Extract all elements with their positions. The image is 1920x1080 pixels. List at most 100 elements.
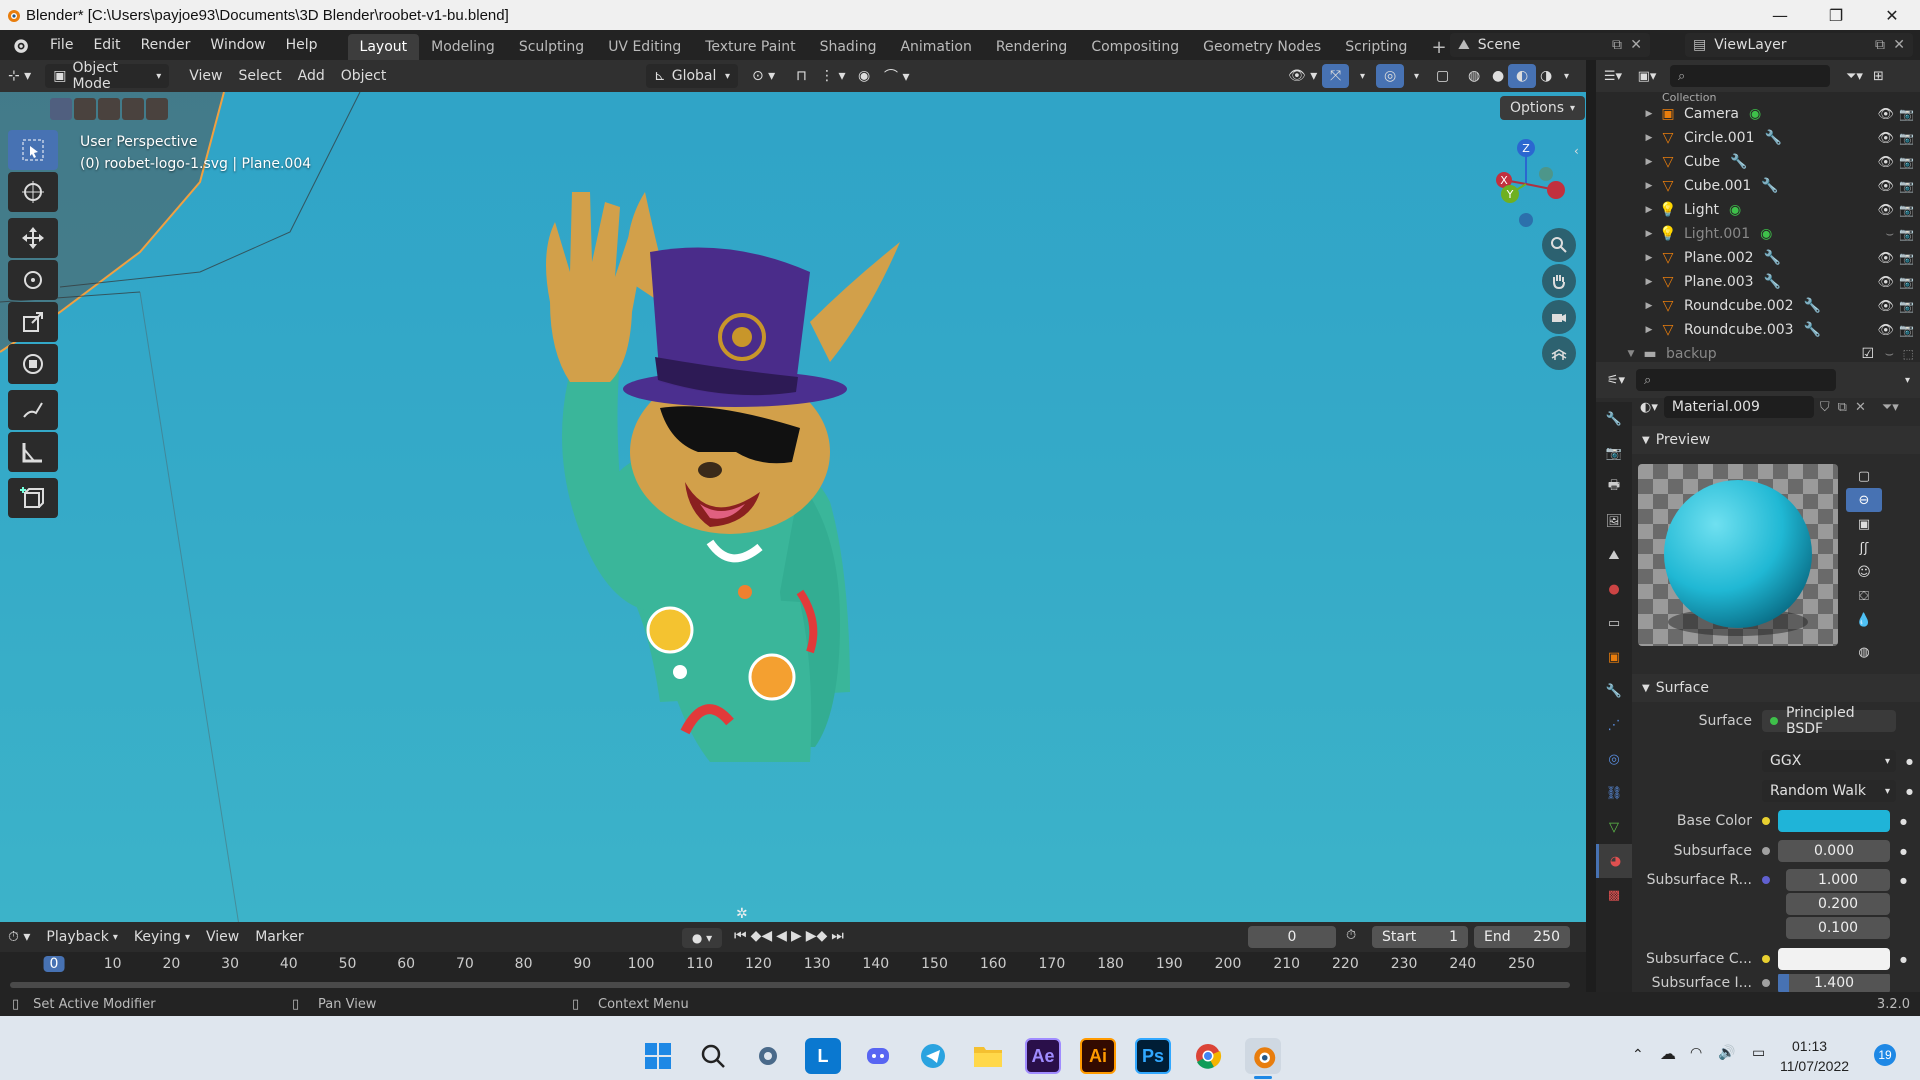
eye-icon[interactable]: 👁 [1877, 107, 1894, 122]
overlay-toggle-icon[interactable]: ◎ [1376, 64, 1405, 88]
menu-window[interactable]: Window [200, 30, 275, 60]
outliner-item[interactable]: ▶ ▽ Plane.002 🔧 👁 📷 [1596, 246, 1920, 270]
preview-hair-icon[interactable]: ʃʃ [1846, 536, 1882, 560]
pan-hand-icon[interactable] [1542, 264, 1576, 298]
preview-monkey-icon[interactable]: ☺ [1846, 560, 1882, 584]
tab-geometry-nodes[interactable]: Geometry Nodes [1191, 34, 1333, 60]
keyframe-dot-icon[interactable]: ● [1906, 757, 1913, 766]
preview-cube-icon[interactable]: ▣ [1846, 512, 1882, 536]
telegram-icon[interactable] [915, 1038, 951, 1074]
preview-cloth-icon[interactable]: ⛋ [1846, 584, 1882, 608]
annotate-tool-icon[interactable] [8, 390, 58, 430]
preview-sphere-icon[interactable]: ⊖ [1846, 488, 1882, 512]
settings-gear-icon[interactable] [750, 1038, 786, 1074]
snap-target-icon[interactable]: ⋮ ▾ [812, 64, 853, 88]
surface-shader-field[interactable]: Principled BSDF [1762, 705, 1896, 737]
wifi-icon[interactable]: ◠ [1690, 1044, 1702, 1061]
constraints-tab-icon[interactable]: ⛓ [1596, 776, 1632, 810]
snap-icon[interactable]: ⊓ [788, 64, 815, 88]
preview-world-icon[interactable]: ◍ [1846, 640, 1882, 664]
outliner-item[interactable]: ▶ ▽ Cube 🔧 👁 📷 [1596, 150, 1920, 174]
keyframe-dot-icon[interactable]: ● [1900, 955, 1907, 964]
preview-section-header[interactable]: ▼ Preview [1632, 426, 1920, 454]
menu-edit[interactable]: Edit [83, 30, 130, 60]
auto-keying-icon[interactable]: ● ▾ [682, 928, 722, 948]
delete-viewlayer-icon[interactable]: ✕ [1893, 37, 1905, 53]
illustrator-icon[interactable]: Ai [1080, 1038, 1116, 1074]
eye-icon[interactable]: 👁 [1877, 131, 1894, 146]
scene-tab-icon[interactable]: ⛰ [1596, 538, 1632, 572]
keyframe-dot-icon[interactable]: ● [1900, 817, 1907, 826]
modifier-wrench-icon[interactable]: 🔧 [1765, 130, 1782, 146]
expand-arrow-icon[interactable]: ▶ [1640, 157, 1658, 167]
scene-selector[interactable]: ⛰ Scene ⧉ ✕ [1450, 33, 1650, 57]
copy-viewlayer-icon[interactable]: ⧉ [1875, 37, 1885, 53]
expand-arrow-icon[interactable]: ▼ [1622, 349, 1640, 359]
falloff-icon[interactable]: ⌒ ▾ [876, 64, 917, 88]
properties-editor-icon[interactable]: ⚟▾ [1596, 373, 1636, 388]
physics-tab-icon[interactable]: ◎ [1596, 742, 1632, 776]
render-camera-icon[interactable]: 📷 [1899, 275, 1914, 289]
menu-marker[interactable]: Marker [247, 925, 311, 949]
outliner-item[interactable]: ▶ ▽ Cube.001 🔧 👁 📷 [1596, 174, 1920, 198]
clock-time[interactable]: 01:13 [1792, 1038, 1827, 1054]
render-camera-icon[interactable]: 📷 [1899, 107, 1914, 121]
subsurface-ior-field[interactable]: 1.400 [1778, 974, 1890, 992]
expand-arrow-icon[interactable]: ▶ [1640, 301, 1658, 311]
fake-user-shield-icon[interactable]: ⛉ [1820, 400, 1830, 415]
material-browse-icon[interactable]: ◐▾ [1640, 400, 1658, 415]
subsurface-method-dropdown[interactable]: Random Walk ▾ [1762, 780, 1896, 802]
unlink-material-icon[interactable]: ✕ [1855, 400, 1866, 415]
start-frame-field[interactable]: Start 1 [1372, 926, 1468, 948]
outliner-editor-icon[interactable]: ☰▾ [1596, 69, 1630, 84]
particles-tab-icon[interactable]: ⋰ [1596, 708, 1632, 742]
keyframe-dot-icon[interactable]: ● [1906, 787, 1913, 796]
end-frame-field[interactable]: End 250 [1474, 926, 1570, 948]
timeline-editor-icon[interactable]: ⏱ ▾ [0, 925, 38, 949]
current-frame-field[interactable]: 0 [1248, 926, 1336, 948]
modifier-wrench-icon[interactable]: 🔧 [1804, 298, 1821, 314]
play-icon[interactable]: ▶ [791, 928, 802, 944]
copy-scene-icon[interactable]: ⧉ [1612, 37, 1622, 53]
object-data-icon[interactable]: ◉ [1760, 226, 1772, 242]
render-camera-icon[interactable]: 📷 [1899, 323, 1914, 337]
distribution-dropdown[interactable]: GGX ▾ [1762, 750, 1896, 772]
menu-add[interactable]: Add [290, 64, 333, 88]
render-tab-icon[interactable]: 📷 [1596, 436, 1632, 470]
gizmo-dropdown-icon[interactable]: ▾ [1352, 64, 1373, 88]
overlay-dropdown-icon[interactable]: ▾ [1406, 64, 1427, 88]
grid-ortho-icon[interactable] [1542, 336, 1576, 370]
file-explorer-icon[interactable] [970, 1038, 1006, 1074]
tab-texture-paint[interactable]: Texture Paint [693, 34, 807, 60]
tab-animation[interactable]: Animation [888, 34, 983, 60]
world-tab-icon[interactable]: ● [1596, 572, 1632, 606]
eye-icon[interactable]: 👁 [1877, 251, 1894, 266]
expand-arrow-icon[interactable]: ▶ [1640, 181, 1658, 191]
keyframe-dot-icon[interactable]: ● [1900, 847, 1907, 856]
tab-layout[interactable]: Layout [347, 34, 420, 60]
measure-tool-icon[interactable] [8, 432, 58, 472]
proportional-edit-icon[interactable]: ◉ [850, 64, 878, 88]
object-data-icon[interactable]: ◉ [1729, 202, 1741, 218]
blender-taskbar-icon[interactable] [1245, 1038, 1281, 1074]
l-app-icon[interactable]: L [805, 1038, 841, 1074]
output-tab-icon[interactable]: 🖶 [1596, 470, 1632, 504]
base-color-swatch[interactable] [1778, 810, 1890, 832]
expand-arrow-icon[interactable]: ▶ [1640, 109, 1658, 119]
render-camera-icon[interactable]: 📷 [1899, 131, 1914, 145]
display-mode-icon[interactable]: ▣▾ [1630, 69, 1664, 84]
object-mode-dropdown[interactable]: ▣ Object Mode ▾ [45, 60, 170, 92]
modifier-tab-icon[interactable]: 🔧 [1596, 674, 1632, 708]
render-camera-icon[interactable]: 📷 [1899, 299, 1914, 313]
modifier-wrench-icon[interactable]: 🔧 [1761, 178, 1778, 194]
next-keyframe-icon[interactable]: ▶◆ [806, 928, 828, 944]
render-camera-icon[interactable]: 📷 [1899, 251, 1914, 265]
timeline-scrollbar[interactable] [10, 982, 1570, 988]
3d-viewport[interactable]: ⊹ ▾ ▣ Object Mode ▾ View Select Add Obje… [0, 60, 1586, 922]
jump-start-icon[interactable]: ⏮ [734, 928, 747, 944]
character-model[interactable] [510, 152, 930, 772]
eye-icon[interactable]: 👁 [1877, 299, 1894, 314]
tab-modeling[interactable]: Modeling [419, 34, 507, 60]
chrome-icon[interactable] [1190, 1038, 1226, 1074]
search-icon[interactable] [695, 1038, 731, 1074]
